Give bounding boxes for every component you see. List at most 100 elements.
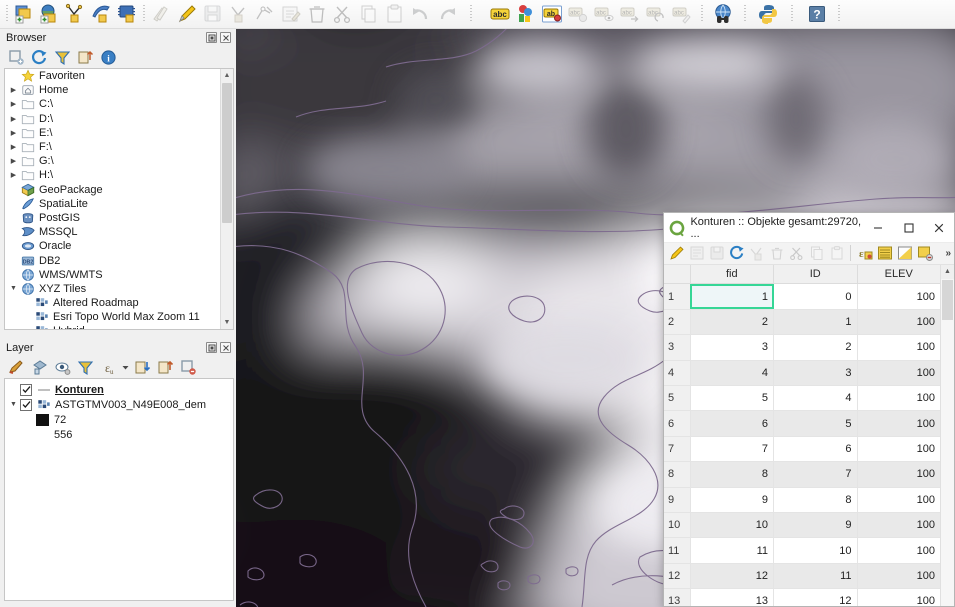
toolbar-grip-5[interactable] bbox=[742, 3, 749, 25]
save-layer-edits-button[interactable] bbox=[200, 2, 226, 27]
browser-float-icon[interactable] bbox=[206, 32, 217, 43]
cell-fid[interactable]: 13 bbox=[689, 588, 774, 606]
cell-fid[interactable]: 12 bbox=[689, 562, 774, 590]
toolbar-grip-3[interactable] bbox=[468, 3, 475, 25]
cell-fid[interactable]: 8 bbox=[689, 461, 774, 488]
layer-item-astgtmv003-n49e008-dem[interactable]: ▼ ASTGTMV003_N49E008_dem bbox=[5, 397, 233, 412]
close-button[interactable] bbox=[924, 213, 954, 242]
add-vector-layer-button[interactable] bbox=[11, 2, 37, 27]
save-layer-button[interactable] bbox=[707, 243, 726, 263]
maximize-button[interactable] bbox=[894, 213, 924, 242]
layer-visibility-checkbox[interactable] bbox=[20, 383, 32, 396]
browser-item-spatialite[interactable]: SpatiaLite bbox=[5, 197, 233, 211]
cell-id[interactable]: 3 bbox=[773, 359, 858, 386]
modify-attributes-button[interactable] bbox=[278, 2, 304, 27]
chevron-right-icon[interactable]: ▶ bbox=[7, 100, 20, 108]
copy-features-button[interactable] bbox=[807, 243, 826, 263]
funnel-icon[interactable] bbox=[52, 47, 73, 67]
cell-fid[interactable]: 2 bbox=[689, 308, 774, 336]
column-header-id[interactable]: ID bbox=[773, 264, 858, 285]
row-number-cell[interactable]: 3 bbox=[664, 334, 691, 361]
dropdown-arrow-icon[interactable] bbox=[121, 357, 130, 377]
pin-labels-button[interactable]: abc bbox=[565, 2, 591, 27]
paste-features-button[interactable] bbox=[827, 243, 846, 263]
minimize-button[interactable] bbox=[863, 213, 893, 242]
browser-item-c[interactable]: ▶ C:\ bbox=[5, 97, 233, 111]
cut-features-button[interactable] bbox=[787, 243, 806, 263]
browser-item-esri-topo-world-max-zoom-11[interactable]: Esri Topo World Max Zoom 11 bbox=[5, 310, 233, 324]
highlight-pinned-labels-button[interactable]: ab bbox=[539, 2, 565, 27]
row-number-cell[interactable]: 11 bbox=[664, 537, 691, 564]
toggle-editing-button[interactable] bbox=[174, 2, 200, 27]
eye-icon[interactable] bbox=[52, 357, 73, 377]
show-hide-labels-button[interactable]: abc bbox=[591, 2, 617, 27]
add-spatialite-layer-button[interactable] bbox=[63, 2, 89, 27]
scroll-up-icon[interactable]: ▲ bbox=[941, 264, 954, 279]
cell-elev[interactable]: 100 bbox=[856, 511, 941, 539]
scroll-down-icon[interactable]: ▼ bbox=[221, 316, 233, 329]
table-row[interactable]: 13 13 12 100 bbox=[664, 588, 941, 606]
table-row[interactable]: 10 10 9 100 bbox=[664, 511, 941, 539]
toggle-editing-button[interactable] bbox=[667, 243, 686, 263]
remove-layer-icon[interactable] bbox=[178, 357, 199, 377]
cell-id[interactable]: 9 bbox=[773, 511, 858, 539]
attribute-table-view[interactable]: fid ID ELEV 1 1 0 100 2 2 1 100 3 3 2 100 4 4 3 100 5 5 4 1… bbox=[664, 264, 954, 606]
collapse-all-icon[interactable] bbox=[75, 47, 96, 67]
redo-button[interactable] bbox=[434, 2, 460, 27]
table-row[interactable]: 12 12 11 100 bbox=[664, 562, 941, 590]
reload-table-button[interactable] bbox=[727, 243, 746, 263]
add-group-icon[interactable] bbox=[29, 357, 50, 377]
cell-elev[interactable]: 100 bbox=[856, 562, 941, 590]
expand-all-icon[interactable] bbox=[132, 357, 153, 377]
select-all-button[interactable] bbox=[875, 243, 894, 263]
cell-fid[interactable]: 10 bbox=[689, 511, 774, 539]
collapse-all-icon[interactable] bbox=[155, 357, 176, 377]
cell-elev[interactable]: 100 bbox=[856, 461, 941, 488]
cell-elev[interactable]: 100 bbox=[856, 410, 941, 437]
current-edits-button[interactable] bbox=[148, 2, 174, 27]
delete-selected-button[interactable] bbox=[304, 2, 330, 27]
attribute-table-scrollbar[interactable]: ▲ bbox=[940, 264, 954, 606]
add-feature-button[interactable] bbox=[226, 2, 252, 27]
browser-item-mssql[interactable]: MSSQL bbox=[5, 225, 233, 239]
cell-id[interactable]: 11 bbox=[773, 562, 858, 590]
cell-id[interactable]: 5 bbox=[773, 410, 858, 437]
undo-button[interactable] bbox=[408, 2, 434, 27]
layer-diagram-options-button[interactable] bbox=[513, 2, 539, 27]
deselect-all-button[interactable] bbox=[915, 243, 934, 263]
row-number-cell[interactable]: 6 bbox=[664, 410, 691, 437]
move-label-button[interactable]: abc bbox=[617, 2, 643, 27]
browser-item-g[interactable]: ▶ G:\ bbox=[5, 154, 233, 168]
row-number-cell[interactable]: 9 bbox=[664, 486, 691, 513]
cell-id[interactable]: 0 bbox=[773, 283, 858, 310]
browser-item-xyz-tiles[interactable]: ▼ XYZ Tiles bbox=[5, 282, 233, 296]
table-row[interactable]: 8 8 7 100 bbox=[664, 461, 941, 488]
expression-icon[interactable]: εu bbox=[98, 357, 119, 377]
paintbrush-icon[interactable] bbox=[6, 357, 27, 377]
browser-item-db2[interactable]: DB2 DB2 bbox=[5, 253, 233, 267]
cell-fid[interactable]: 11 bbox=[689, 537, 774, 564]
browser-item-postgis[interactable]: PostGIS bbox=[5, 211, 233, 225]
cell-id[interactable]: 7 bbox=[773, 461, 858, 488]
scroll-thumb[interactable] bbox=[222, 83, 232, 223]
info-icon[interactable]: i bbox=[98, 47, 119, 67]
cell-fid[interactable]: 7 bbox=[689, 435, 774, 463]
row-number-cell[interactable]: 5 bbox=[664, 384, 691, 412]
toolbar-overflow-button[interactable]: » bbox=[945, 248, 954, 259]
layer-close-icon[interactable] bbox=[220, 342, 231, 353]
row-number-cell[interactable]: 13 bbox=[664, 588, 691, 606]
table-row[interactable]: 11 11 10 100 bbox=[664, 537, 941, 564]
cell-id[interactable]: 6 bbox=[773, 435, 858, 463]
scroll-thumb[interactable] bbox=[942, 279, 953, 320]
chevron-right-icon[interactable]: ▶ bbox=[7, 157, 20, 165]
chevron-right-icon[interactable]: ▶ bbox=[7, 86, 20, 94]
cell-elev[interactable]: 100 bbox=[856, 308, 941, 336]
cell-fid[interactable]: 6 bbox=[689, 410, 774, 437]
cell-fid[interactable]: 1 bbox=[689, 283, 774, 310]
browser-tree[interactable]: Favoriten ▶ Home ▶ C:\ ▶ D:\ ▶ E:\ ▶ F:\ ▶ G:\ ▶ H:\ Ge… bbox=[4, 68, 234, 330]
cell-fid[interactable]: 4 bbox=[689, 359, 774, 386]
table-row[interactable]: 7 7 6 100 bbox=[664, 435, 941, 463]
browser-item-hybrid[interactable]: Hybrid bbox=[5, 324, 233, 329]
cell-elev[interactable]: 100 bbox=[856, 486, 941, 513]
browser-item-wms-wmts[interactable]: WMS/WMTS bbox=[5, 268, 233, 282]
